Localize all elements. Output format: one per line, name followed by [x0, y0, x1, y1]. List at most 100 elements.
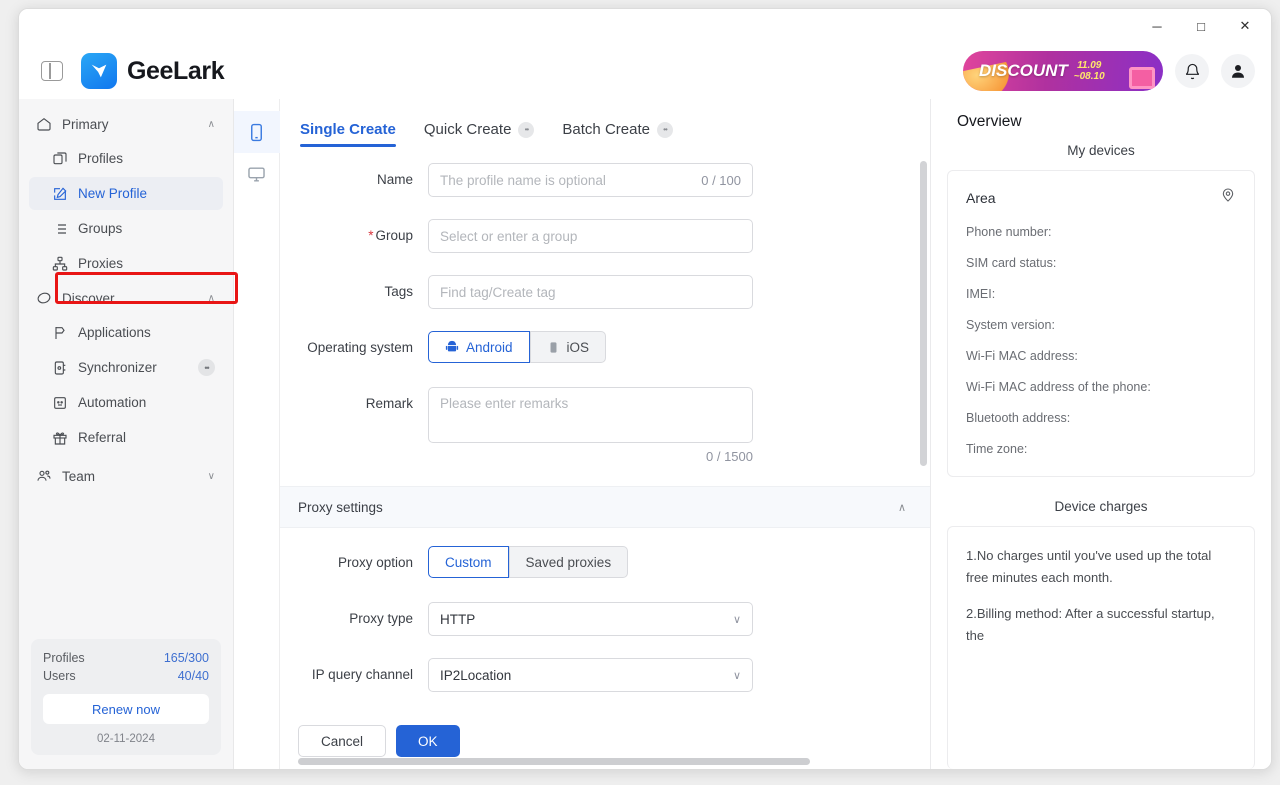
- proxy-type-value: HTTP: [440, 611, 476, 627]
- proxy-settings-title: Proxy settings: [298, 499, 383, 515]
- device-field: System version:: [966, 318, 1055, 332]
- ok-button[interactable]: OK: [396, 725, 460, 757]
- device-field: Wi-Fi MAC address of the phone:: [966, 380, 1151, 394]
- sidebar-group-team[interactable]: Team ∨: [19, 459, 233, 493]
- field-row-proxy-option: Proxy option Custom Saved proxies: [280, 546, 930, 580]
- tab-batch-create-badge-icon: ••: [656, 121, 673, 138]
- notifications-button[interactable]: [1175, 54, 1209, 88]
- sidebar: Primary ∧ Profiles New Profile Groups Pr…: [19, 99, 238, 769]
- operating-system-segmented-control: Android iOS: [428, 331, 753, 363]
- sidebar-item-automation[interactable]: Automation: [29, 386, 223, 419]
- field-row-remark: Remark Please enter remarks 0 / 1500: [280, 387, 930, 464]
- ip-query-channel-select[interactable]: IP2Location ∨: [428, 658, 753, 692]
- tab-quick-create-badge-icon: ••: [518, 121, 535, 138]
- discount-banner-dates: 11.09 ~08.10: [1073, 60, 1105, 82]
- os-option-ios[interactable]: iOS: [529, 331, 607, 363]
- form-horizontal-scrollbar[interactable]: [298, 758, 922, 765]
- tags-input[interactable]: Find tag/Create tag: [428, 275, 753, 309]
- remark-textarea[interactable]: Please enter remarks: [428, 387, 753, 443]
- sidebar-item-referral-label: Referral: [78, 430, 127, 445]
- sidebar-item-referral[interactable]: Referral: [29, 421, 223, 454]
- renew-now-button[interactable]: Renew now: [43, 694, 209, 724]
- cancel-button[interactable]: Cancel: [298, 725, 387, 757]
- proxy-option-custom-label: Custom: [445, 554, 492, 570]
- minimize-icon[interactable]: ─: [1135, 11, 1179, 41]
- device-charges-heading: Device charges: [1054, 499, 1148, 514]
- desktop-icon[interactable]: [234, 153, 280, 195]
- chevron-up-icon: ∧: [897, 501, 906, 514]
- sidebar-toggle-icon[interactable]: [41, 61, 63, 81]
- maximize-icon[interactable]: □: [1179, 11, 1223, 41]
- discover-icon: [35, 290, 52, 307]
- sidebar-item-proxies[interactable]: Proxies: [29, 247, 223, 280]
- my-devices-heading: My devices: [1067, 143, 1135, 158]
- sidebar-group-primary[interactable]: Primary ∧: [19, 107, 233, 141]
- os-option-android[interactable]: Android: [428, 331, 530, 363]
- main-body: Primary ∧ Profiles New Profile Groups Pr…: [19, 99, 1271, 769]
- sidebar-item-new-profile-label: New Profile: [78, 186, 148, 201]
- group-label: * Group: [368, 228, 413, 243]
- tab-single-create[interactable]: Single Create: [300, 121, 396, 147]
- synchronizer-badge: ••: [198, 359, 215, 376]
- remark-label: Remark: [365, 396, 413, 411]
- device-field: IMEI:: [966, 287, 996, 301]
- field-row-operating-system: Operating system Android iOS: [280, 331, 930, 365]
- device-info-card: Area Phone number: SIM card status: IMEI…: [947, 170, 1255, 477]
- form-scroll-area: Name The profile name is optional 0 / 10…: [280, 147, 930, 713]
- name-input[interactable]: The profile name is optional 0 / 100: [428, 163, 753, 197]
- close-icon[interactable]: ✕: [1223, 11, 1267, 41]
- device-charges-card: 1.No charges until you've used up the to…: [947, 526, 1255, 769]
- group-input[interactable]: Select or enter a group: [428, 219, 753, 253]
- sidebar-item-automation-label: Automation: [78, 395, 147, 410]
- application-window: ─ □ ✕ GeeLark DISCOUNT 11.09 ~08.10 Prim…: [18, 8, 1272, 770]
- group-required-marker: *: [368, 228, 374, 243]
- field-row-group: * Group Select or enter a group: [280, 219, 930, 253]
- user-avatar-button[interactable]: [1221, 54, 1255, 88]
- proxy-option-segmented-control: Custom Saved proxies: [428, 546, 753, 578]
- horizontal-scrollbar-thumb[interactable]: [298, 758, 810, 765]
- phone-icon[interactable]: [233, 111, 280, 153]
- header-actions: DISCOUNT 11.09 ~08.10: [963, 51, 1255, 91]
- ios-phone-icon: [550, 341, 557, 353]
- sidebar-group-discover-label: Discover: [62, 290, 115, 306]
- window-titlebar: ─ □ ✕: [19, 9, 1271, 43]
- brand-logo: GeeLark: [81, 53, 225, 89]
- sidebar-item-applications[interactable]: Applications: [29, 316, 223, 349]
- device-field: SIM card status:: [966, 256, 1057, 270]
- tags-input-placeholder: Find tag/Create tag: [440, 284, 556, 300]
- location-pin-icon[interactable]: [1220, 187, 1236, 208]
- team-icon: [35, 468, 52, 485]
- sidebar-item-groups[interactable]: Groups: [29, 212, 223, 245]
- tab-quick-create-label: Quick Create: [423, 121, 512, 138]
- chevron-up-icon: ∧: [207, 292, 215, 304]
- device-field: Phone number:: [966, 225, 1052, 239]
- sidebar-item-profiles[interactable]: Profiles: [29, 142, 223, 175]
- proxy-settings-section-header[interactable]: Proxy settings ∧: [280, 486, 930, 528]
- applications-icon: [51, 324, 68, 341]
- field-row-proxy-type: Proxy type HTTP ∨: [280, 602, 930, 636]
- proxy-option-saved-proxies[interactable]: Saved proxies: [508, 546, 629, 578]
- app-header: GeeLark DISCOUNT 11.09 ~08.10: [19, 43, 1271, 99]
- chevron-up-icon: ∧: [207, 118, 215, 130]
- proxy-option-custom[interactable]: Custom: [428, 546, 509, 578]
- device-type-rail: [233, 99, 280, 769]
- discount-banner[interactable]: DISCOUNT 11.09 ~08.10: [963, 51, 1163, 91]
- chevron-down-icon: ∨: [732, 669, 741, 682]
- tab-batch-create[interactable]: Batch Create ••: [562, 121, 673, 147]
- avatar: [1232, 65, 1244, 78]
- name-label: Name: [376, 172, 413, 187]
- sidebar-item-synchronizer[interactable]: Synchronizer ••: [29, 351, 223, 384]
- list-icon: [51, 220, 68, 237]
- group-input-placeholder: Select or enter a group: [440, 228, 578, 244]
- profiles-quota-label: Profiles: [43, 651, 85, 665]
- operating-system-label: Operating system: [307, 340, 413, 355]
- sidebar-group-discover[interactable]: Discover ∧: [19, 281, 233, 315]
- tab-quick-create[interactable]: Quick Create ••: [424, 121, 535, 147]
- sidebar-item-new-profile[interactable]: New Profile: [29, 177, 223, 210]
- proxy-type-select[interactable]: HTTP ∨: [428, 602, 753, 636]
- sidebar-item-applications-label: Applications: [78, 325, 151, 340]
- proxy-option-saved-proxies-label: Saved proxies: [525, 554, 612, 570]
- os-option-android-label: Android: [466, 339, 513, 355]
- sidebar-item-synchronizer-label: Synchronizer: [78, 360, 157, 375]
- form-vertical-scrollbar[interactable]: [920, 161, 927, 466]
